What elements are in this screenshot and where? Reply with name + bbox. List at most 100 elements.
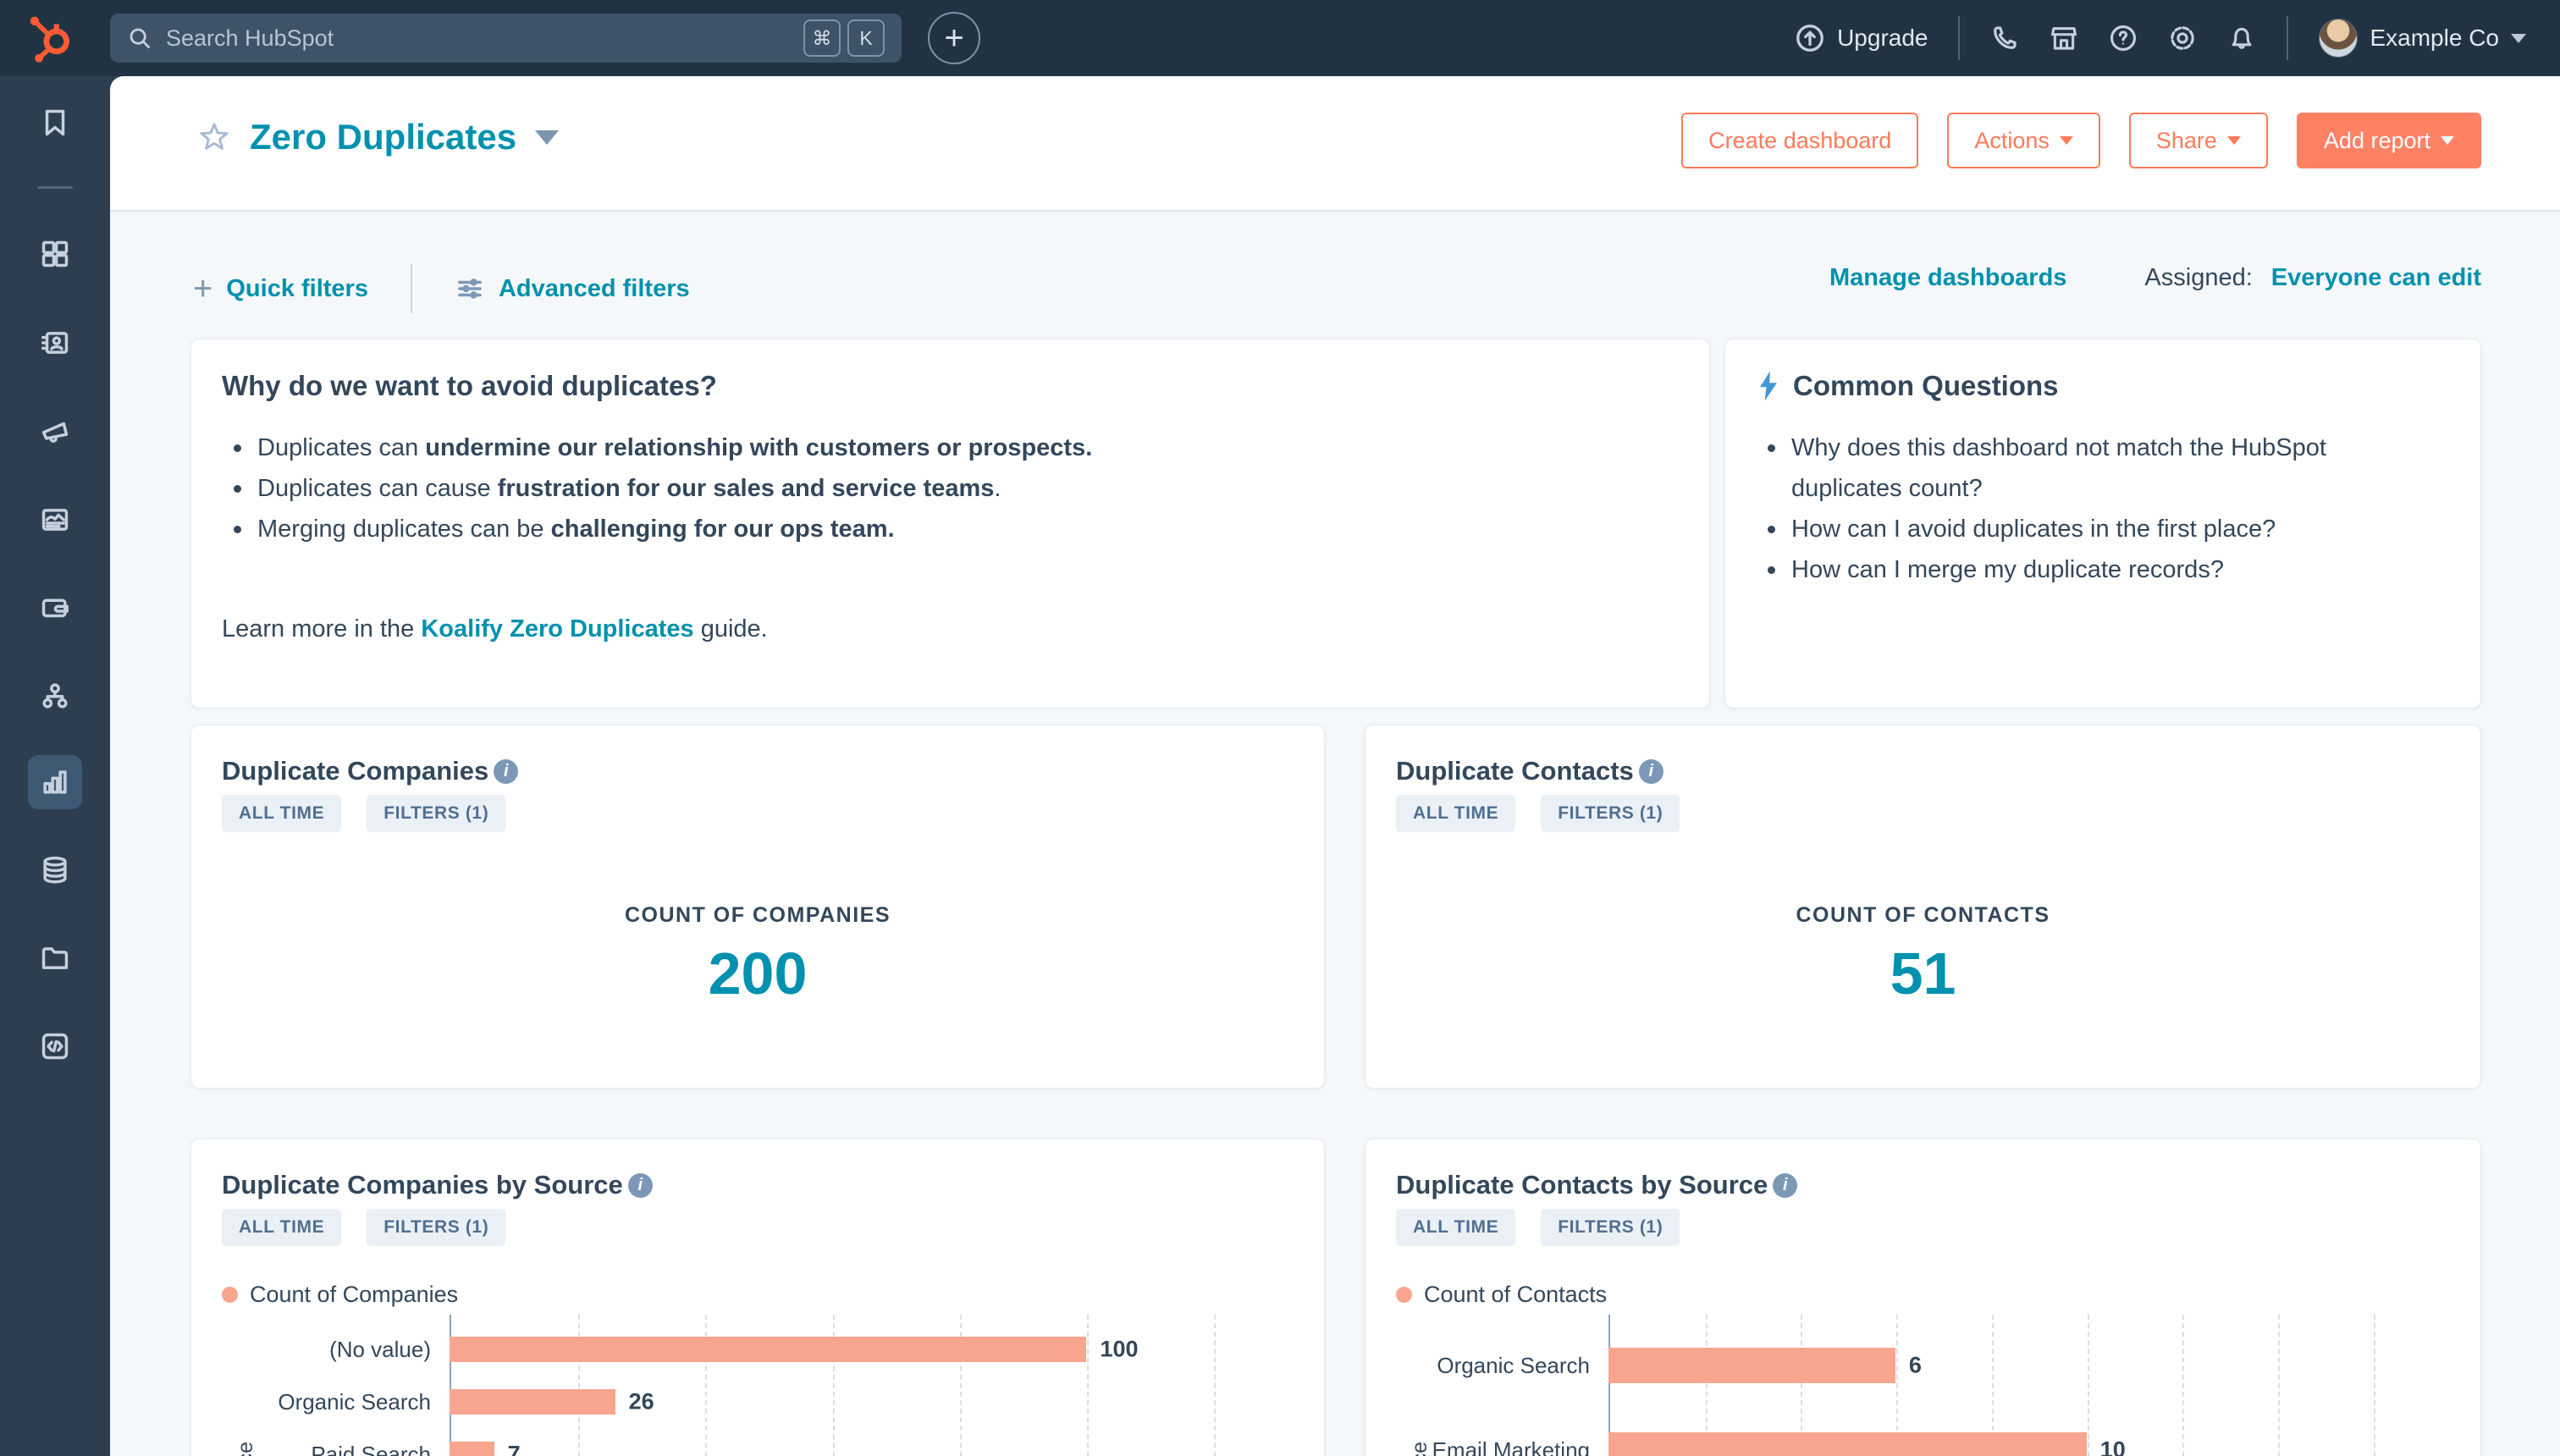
search-input[interactable]: Search HubSpot <box>166 25 797 52</box>
learn-more-text: Learn more in the Koalify Zero Duplicate… <box>222 615 768 643</box>
category-label: Paid Search <box>311 1441 431 1456</box>
info-icon[interactable]: i <box>1638 758 1663 784</box>
duplicate-companies-card: Duplicate Companies i ALL TIME FILTERS (1… <box>190 725 1325 1089</box>
filters-badge[interactable]: FILTERS (1) <box>1541 795 1680 832</box>
settings-gear-icon[interactable] <box>2168 24 2197 52</box>
card-title: Duplicate Contacts by Source <box>1396 1170 1768 1200</box>
sidebar-nav <box>0 76 110 1456</box>
list-item: Duplicates can cause frustration for our… <box>222 468 1492 509</box>
sidebar-item-developer[interactable] <box>28 1019 82 1073</box>
koalify-guide-link[interactable]: Koalify Zero Duplicates <box>421 615 693 643</box>
grid-icon <box>41 240 69 267</box>
bar[interactable]: 26 <box>450 1389 654 1415</box>
card-title: Duplicate Contacts <box>1396 756 1634 786</box>
chevron-down-icon <box>2511 33 2526 43</box>
create-dashboard-button[interactable]: Create dashboard <box>1681 113 1919 168</box>
list-item: Duplicates can undermine our relationshi… <box>222 427 1492 468</box>
topbar-right: Upgrade Example Co <box>1795 0 2560 76</box>
topbar: Search HubSpot ⌘ K + Upgrade Example Co <box>0 0 2560 76</box>
plus-icon: + <box>193 270 213 307</box>
info-icon[interactable]: i <box>1773 1172 1798 1198</box>
dashboard-header: Zero Duplicates Create dashboard Actions… <box>110 76 2560 212</box>
favorite-star-icon[interactable] <box>197 120 231 154</box>
sidebar-item-marketing[interactable] <box>28 405 82 459</box>
filter-bar: + Quick filters Advanced filters Manage … <box>110 264 2560 323</box>
chart-legend[interactable]: Count of Companies <box>222 1282 1294 1308</box>
list-item: Merging duplicates can be challenging fo… <box>222 509 1492 549</box>
calling-icon[interactable] <box>1990 24 2019 52</box>
share-button[interactable]: Share <box>2128 113 2268 168</box>
filters-badge[interactable]: FILTERS (1) <box>367 1209 506 1246</box>
bar[interactable]: 100 <box>450 1337 1139 1362</box>
duplicate-companies-by-source-card: Duplicate Companies by Source i ALL TIME … <box>190 1139 1325 1456</box>
sidebar-item-crm[interactable] <box>28 316 82 370</box>
card-title: Common Questions <box>1793 370 2059 401</box>
help-icon[interactable] <box>2109 24 2138 52</box>
wallet-icon <box>41 598 69 618</box>
database-icon <box>43 856 67 884</box>
sidebar-item-bookmarks[interactable] <box>28 96 82 150</box>
chart-row: Organic Search 26 <box>222 1376 1294 1428</box>
title-dropdown-caret-icon[interactable] <box>535 130 560 145</box>
time-range-badge[interactable]: ALL TIME <box>222 795 342 832</box>
sidebar-item-automations[interactable] <box>28 669 82 723</box>
add-report-button[interactable]: Add report <box>2296 113 2481 168</box>
list-item: Why does this dashboard not match the Hu… <box>1756 427 2340 509</box>
folder-icon <box>41 947 69 969</box>
create-new-button[interactable]: + <box>928 12 980 64</box>
upgrade-arrow-icon <box>1796 25 1823 52</box>
hubspot-logo[interactable] <box>24 12 76 64</box>
caret-down-icon <box>2226 136 2241 145</box>
actions-button[interactable]: Actions <box>1947 113 2100 168</box>
org-chart-icon <box>42 683 68 709</box>
chart-legend[interactable]: Count of Contacts <box>1396 1282 2450 1308</box>
manage-dashboards-link[interactable]: Manage dashboards <box>1829 264 2066 292</box>
info-icon[interactable]: i <box>494 758 519 784</box>
bar[interactable]: 6 <box>1608 1348 1922 1383</box>
sidebar-item-files[interactable] <box>28 931 82 985</box>
time-range-badge[interactable]: ALL TIME <box>1396 1209 1516 1246</box>
time-range-badge[interactable]: ALL TIME <box>222 1209 342 1246</box>
category-label: Organic Search <box>278 1388 431 1415</box>
contacts-by-source-bar-chart: Original source Organic Search6Email Mar… <box>1396 1315 2450 1456</box>
card-title: Duplicate Companies by Source <box>222 1170 623 1200</box>
questions-bullet-list: Why does this dashboard not match the Hu… <box>1756 427 2450 590</box>
account-menu[interactable]: Example Co <box>2319 19 2526 58</box>
sidebar-item-data[interactable] <box>28 843 82 897</box>
bar[interactable]: 7 <box>450 1442 521 1456</box>
assigned-label: Assigned: <box>2144 264 2253 291</box>
info-icon[interactable]: i <box>627 1172 653 1198</box>
sidebar-item-dashboards[interactable] <box>28 227 82 281</box>
sidebar-item-reporting-active[interactable] <box>28 755 82 809</box>
assigned-value-link[interactable]: Everyone can edit <box>2271 264 2481 292</box>
marketplace-icon[interactable] <box>2050 24 2078 52</box>
legend-label: Count of Companies <box>250 1282 459 1307</box>
upgrade-label: Upgrade <box>1837 25 1928 51</box>
why-avoid-duplicates-card: Why do we want to avoid duplicates? Dupl… <box>190 339 1710 709</box>
legend-dot <box>1396 1287 1412 1303</box>
category-label: (No value) <box>329 1336 431 1362</box>
contact-card-icon <box>41 332 69 354</box>
sliders-icon <box>458 279 482 299</box>
bar-value: 100 <box>1100 1336 1139 1362</box>
filters-badge[interactable]: FILTERS (1) <box>367 795 506 832</box>
time-range-badge[interactable]: ALL TIME <box>1396 795 1516 832</box>
bar[interactable]: 10 <box>1608 1432 2126 1456</box>
category-label: Email Marketing <box>1432 1437 1590 1456</box>
notifications-bell-icon[interactable] <box>2227 24 2256 52</box>
quick-filters-button[interactable]: + Quick filters <box>193 270 368 307</box>
sidebar-item-content[interactable] <box>28 493 82 547</box>
bookmark-icon <box>45 109 65 136</box>
filters-badge[interactable]: FILTERS (1) <box>1541 1209 1680 1246</box>
topbar-divider <box>1958 16 1961 60</box>
code-icon <box>41 1033 69 1060</box>
advanced-filters-button[interactable]: Advanced filters <box>455 273 690 304</box>
bar-value: 10 <box>2099 1437 2126 1456</box>
page-title: Zero Duplicates <box>250 117 517 157</box>
list-item: How can I merge my duplicate records? <box>1756 549 2340 590</box>
global-search[interactable]: Search HubSpot ⌘ K <box>110 14 902 63</box>
upgrade-button[interactable]: Upgrade <box>1795 23 1928 53</box>
account-name: Example Co <box>2370 25 2499 51</box>
sidebar-item-commerce[interactable] <box>28 581 82 635</box>
topbar-divider <box>2287 16 2289 60</box>
